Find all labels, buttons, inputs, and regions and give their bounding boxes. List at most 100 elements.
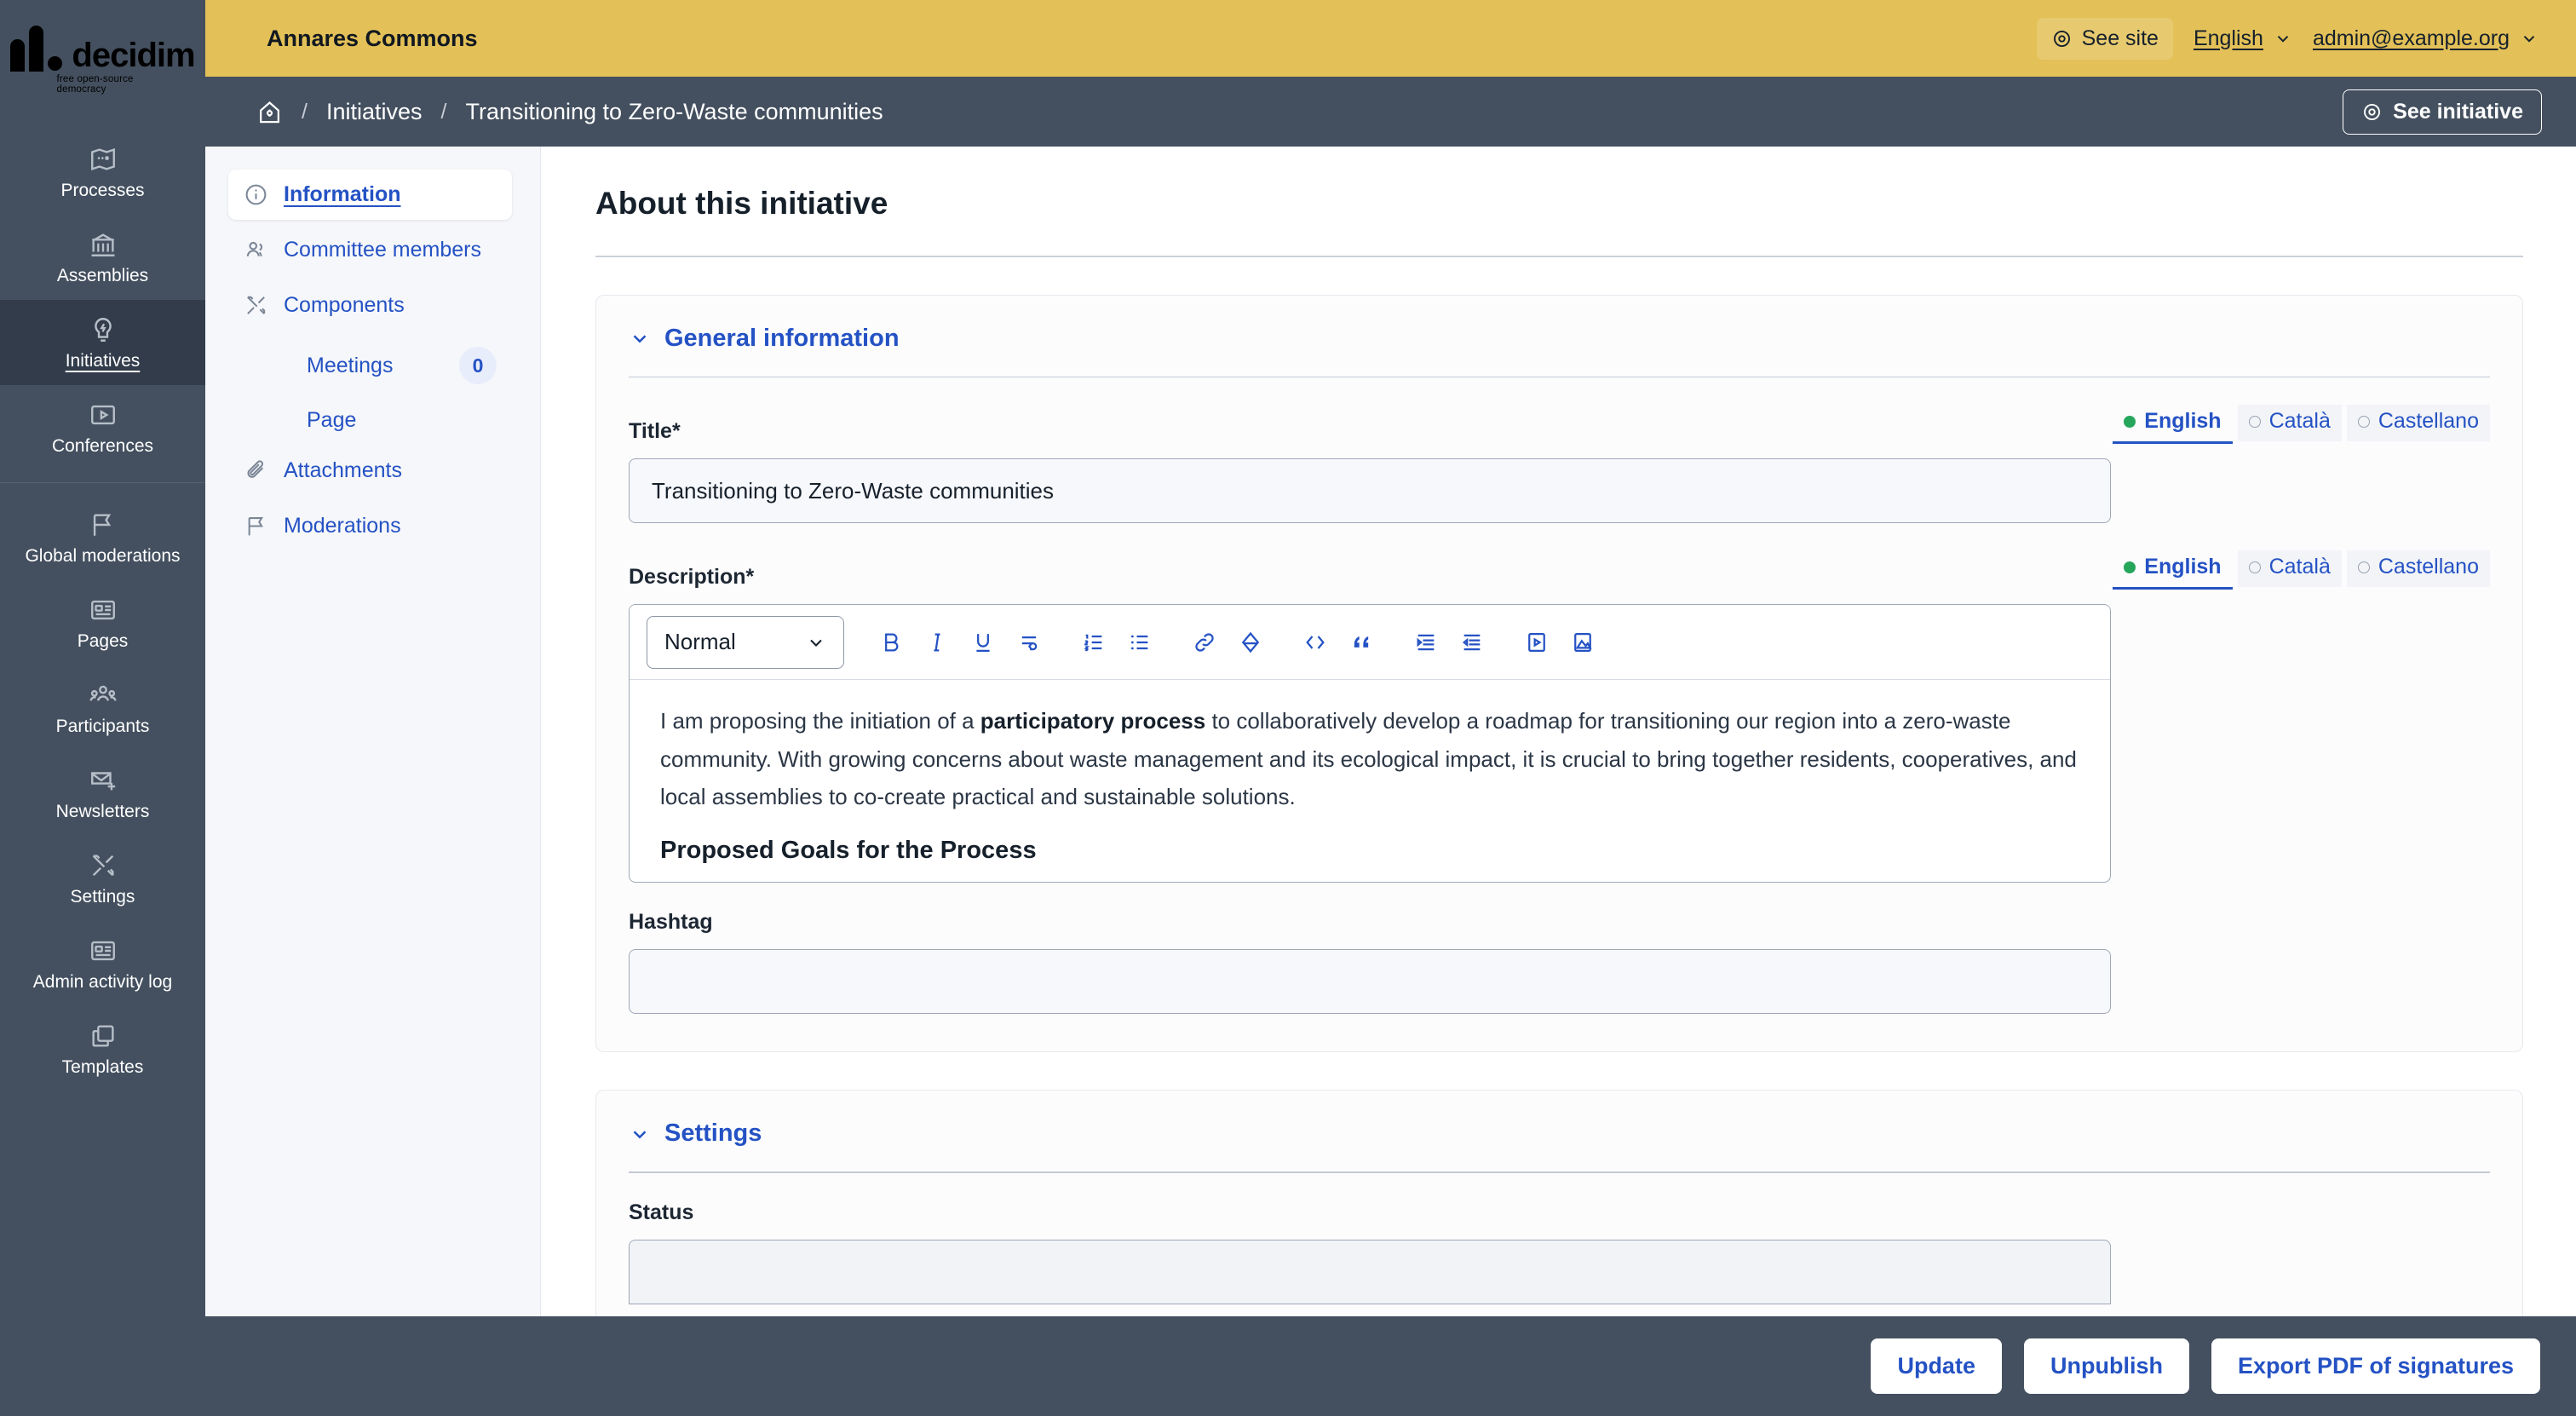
lang-tab-english[interactable]: English <box>2113 550 2232 590</box>
lang-tab-catala[interactable]: Català <box>2238 550 2342 587</box>
empty-dot-icon <box>2358 416 2370 428</box>
breadcrumb-item-initiatives[interactable]: Initiatives <box>326 99 423 125</box>
title-label: Title* <box>629 419 681 444</box>
body-row: Information Committee members Components… <box>205 147 2576 1416</box>
code-icon[interactable] <box>1294 621 1337 664</box>
subnav-subitem-meetings[interactable]: Meetings 0 <box>228 336 512 395</box>
sidebar-item-conferences[interactable]: Conferences <box>0 385 205 470</box>
subnav-item-attachments[interactable]: Attachments <box>228 446 512 496</box>
sidebar-item-participants[interactable]: Participants <box>0 665 205 751</box>
chevron-down-icon <box>629 1123 651 1145</box>
section-title: Settings <box>664 1120 762 1148</box>
subnav-item-committee-members[interactable]: Committee members <box>228 225 512 275</box>
italic-icon[interactable] <box>916 621 958 664</box>
subnav-item-label: Committee members <box>284 238 481 262</box>
sidebar-item-settings[interactable]: Settings <box>0 836 205 921</box>
editor-content[interactable]: I am proposing the initiation of a parti… <box>630 680 2110 882</box>
title-field-group: Title* English Català <box>629 405 2490 523</box>
subnav-item-moderations[interactable]: Moderations <box>228 501 512 551</box>
language-selector[interactable]: English <box>2194 26 2292 51</box>
subnav-item-components[interactable]: Components <box>228 280 512 331</box>
sidebar-item-pages[interactable]: Pages <box>0 580 205 665</box>
settings-card: Settings Status <box>595 1090 2523 1343</box>
unpublish-button[interactable]: Unpublish <box>2024 1338 2189 1394</box>
video-icon[interactable] <box>1515 621 1558 664</box>
sidebar-item-label: Global moderations <box>25 547 180 565</box>
sidebar-item-label: Conferences <box>52 437 153 455</box>
sidebar-item-label: Templates <box>62 1058 144 1076</box>
sidebar-item-newsletters[interactable]: Newsletters <box>0 751 205 836</box>
lang-tab-english[interactable]: English <box>2113 405 2232 444</box>
sidebar-item-global-moderations[interactable]: Global moderations <box>0 495 205 580</box>
map-icon <box>89 145 118 174</box>
bank-icon <box>89 230 118 259</box>
sidebar-item-label: Newsletters <box>56 803 150 820</box>
breadcrumb-item-current: Transitioning to Zero-Waste communities <box>465 99 883 125</box>
erase-icon[interactable] <box>1229 621 1272 664</box>
sidebar-item-label: Assemblies <box>57 267 148 285</box>
section-divider <box>629 377 2490 378</box>
bullet-list-icon[interactable] <box>1118 621 1161 664</box>
export-pdf-signatures-button[interactable]: Export PDF of signatures <box>2211 1338 2540 1394</box>
hashtag-input[interactable] <box>629 949 2111 1014</box>
primary-sidebar: decidim free open-source democracy Proce… <box>0 0 205 1416</box>
lang-tab-label: Català <box>2269 555 2331 579</box>
sidebar-item-initiatives[interactable]: Initiatives <box>0 300 205 385</box>
article-icon <box>89 936 118 965</box>
quote-icon[interactable] <box>1340 621 1383 664</box>
decidim-logo[interactable]: decidim free open-source democracy <box>26 26 180 85</box>
link-icon[interactable] <box>1183 621 1226 664</box>
sidebar-item-label: Participants <box>56 717 150 735</box>
underline-icon[interactable] <box>962 621 1004 664</box>
description-rich-text-editor[interactable]: Normal <box>629 604 2111 883</box>
sidebar-item-admin-activity-log[interactable]: Admin activity log <box>0 921 205 1006</box>
logo-dot <box>48 56 62 71</box>
lang-tab-label: Castellano <box>2378 555 2479 579</box>
lang-tab-label: Castellano <box>2378 409 2479 434</box>
image-icon[interactable] <box>1561 621 1604 664</box>
secondary-sidebar: Information Committee members Components… <box>205 147 541 1416</box>
lightbulb-icon <box>89 315 118 344</box>
lang-tab-catala[interactable]: Català <box>2238 405 2342 441</box>
paragraph-text-a: I am proposing the initiation of a <box>660 708 980 734</box>
sidebar-item-label: Admin activity log <box>33 973 172 991</box>
title-input[interactable]: Transitioning to Zero-Waste communities <box>629 458 2111 523</box>
hard-break-icon[interactable] <box>1008 621 1050 664</box>
lang-tab-castellano[interactable]: Castellano <box>2347 405 2490 441</box>
language-label: English <box>2194 26 2263 51</box>
section-divider <box>629 1171 2490 1173</box>
lang-tab-castellano[interactable]: Castellano <box>2347 550 2490 587</box>
paragraph-bold: participatory process <box>980 708 1205 734</box>
subnav-subitem-page[interactable]: Page <box>228 397 512 444</box>
status-select[interactable] <box>629 1240 2111 1304</box>
subnav-subitem-label: Meetings <box>307 354 393 378</box>
breadcrumb: / Initiatives / Transitioning to Zero-Wa… <box>256 99 883 125</box>
status-field-group: Status <box>629 1200 2490 1304</box>
outdent-icon[interactable] <box>1451 621 1493 664</box>
ordered-list-icon[interactable] <box>1072 621 1115 664</box>
sidebar-item-label: Pages <box>78 632 129 650</box>
sidebar-item-templates[interactable]: Templates <box>0 1006 205 1091</box>
breadcrumb-separator: / <box>302 100 308 124</box>
see-site-button[interactable]: See site <box>2037 18 2173 60</box>
home-icon[interactable] <box>256 99 283 125</box>
indent-icon[interactable] <box>1405 621 1447 664</box>
sidebar-item-processes[interactable]: Processes <box>0 130 205 215</box>
logo-bar-tall <box>29 26 43 72</box>
org-topbar: Annares Commons See site English admin@e… <box>205 0 2576 77</box>
see-initiative-label: See initiative <box>2393 100 2523 124</box>
sidebar-item-assemblies[interactable]: Assemblies <box>0 215 205 300</box>
content-column: Annares Commons See site English admin@e… <box>205 0 2576 1416</box>
see-initiative-button[interactable]: See initiative <box>2343 89 2542 135</box>
section-title: General information <box>664 325 900 353</box>
settings-toggle[interactable]: Settings <box>629 1120 2490 1148</box>
subnav-item-information[interactable]: Information <box>228 170 512 220</box>
update-button[interactable]: Update <box>1871 1338 2002 1394</box>
logo-tagline: free open-source democracy <box>57 74 180 95</box>
slideshow-icon <box>89 400 118 429</box>
description-language-tabs: English Català Castellano <box>2113 550 2490 590</box>
editor-style-select[interactable]: Normal <box>647 616 844 669</box>
general-information-toggle[interactable]: General information <box>629 325 2490 353</box>
bold-icon[interactable] <box>870 621 912 664</box>
account-menu[interactable]: admin@example.org <box>2313 26 2539 51</box>
